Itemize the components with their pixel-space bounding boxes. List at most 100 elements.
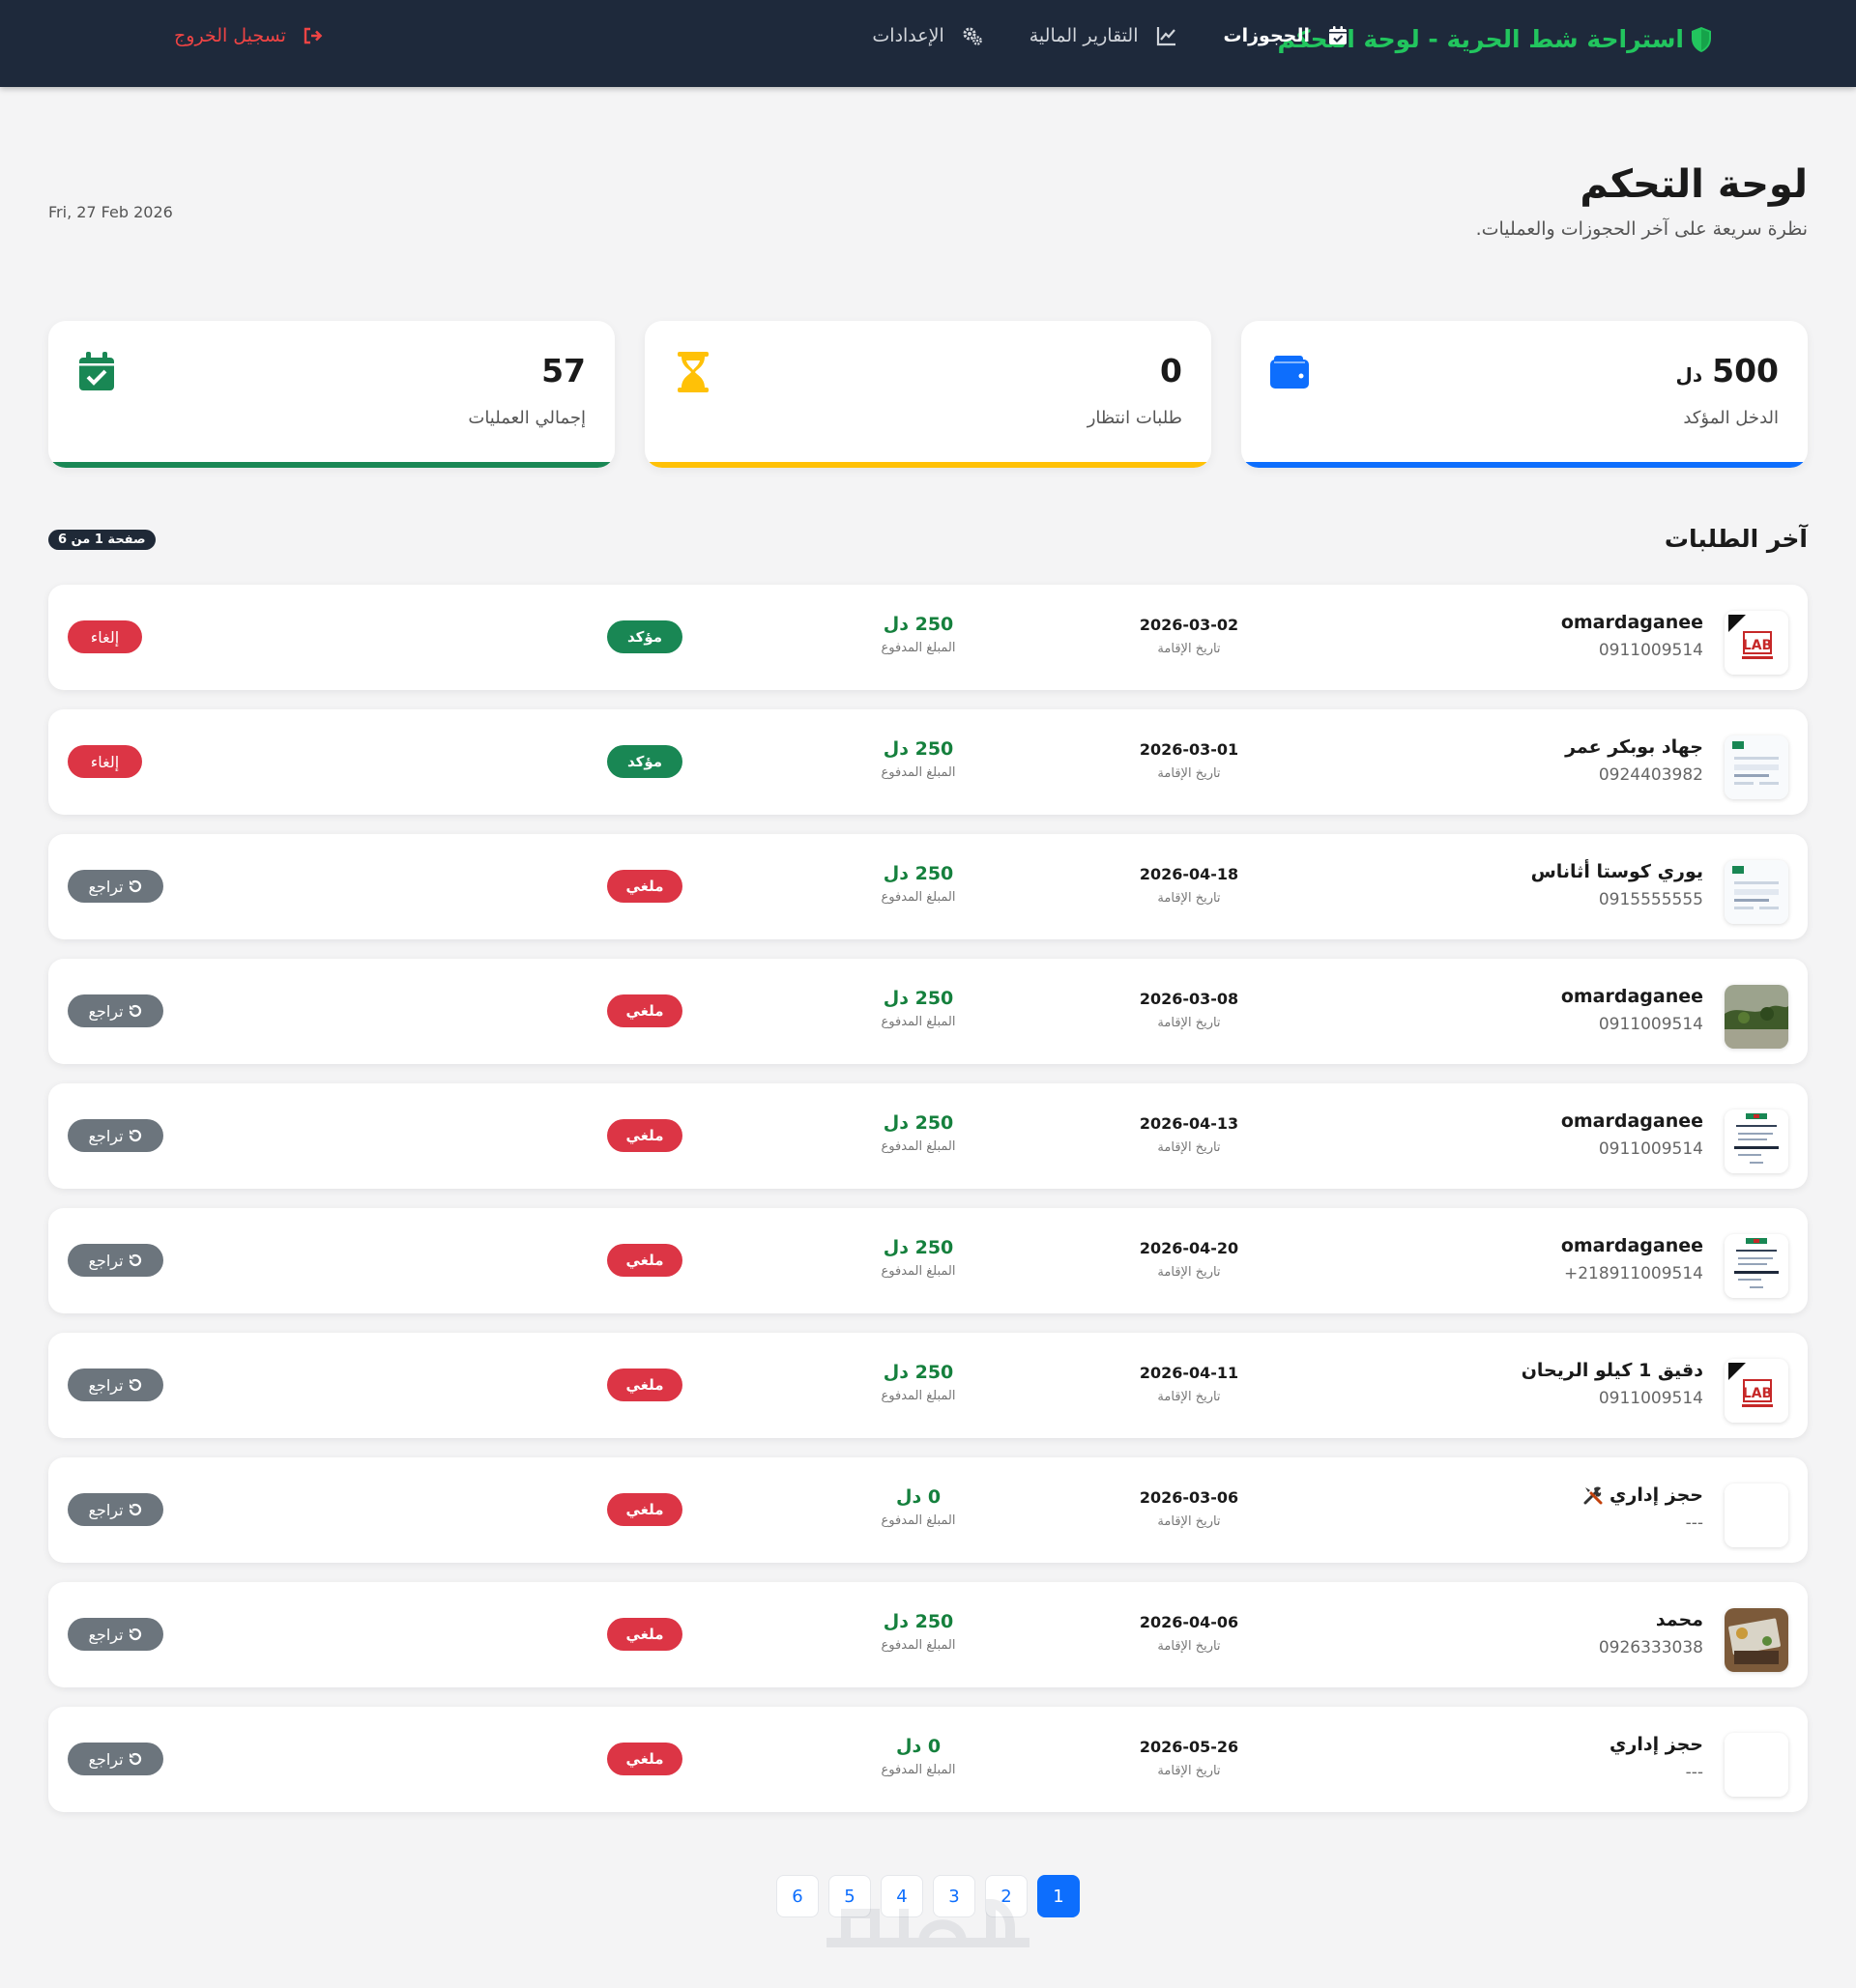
customer-phone: 0926333038 — [1598, 1638, 1703, 1657]
revert-button[interactable]: تراجع — [68, 870, 163, 903]
receipt-thumbnail[interactable] — [1725, 735, 1788, 799]
logout-label: تسجيل الخروج — [174, 25, 286, 46]
action-label: تراجع — [88, 1625, 124, 1644]
paid-amount-label: المبلغ المدفوع — [881, 1389, 956, 1403]
customer-phone: 0911009514 — [1598, 1139, 1703, 1159]
stat-number: 500 — [1712, 352, 1779, 389]
revert-button[interactable]: تراجع — [68, 1493, 163, 1526]
status-badge: مؤكد — [607, 745, 682, 778]
stat-value: 500 دل — [1675, 352, 1779, 389]
nav-bookings[interactable]: الحجوزات — [1224, 25, 1349, 46]
paid-amount: 250 دل المبلغ المدفوع — [841, 614, 996, 655]
receipt-thumbnail[interactable]: LAB — [1725, 1359, 1788, 1423]
receipt-thumbnail[interactable]: LAB — [1725, 611, 1788, 675]
stat-card-confirmed-income: 500 دل الدخل المؤكد — [1241, 321, 1808, 468]
status-badge: ملغي — [607, 1493, 682, 1526]
stay-date-value: 2026-04-20 — [1139, 1239, 1239, 1257]
paid-amount-label: المبلغ المدفوع — [881, 890, 956, 905]
stat-value: 0 — [1160, 352, 1182, 389]
revert-button[interactable]: تراجع — [68, 994, 163, 1027]
customer-name: دقيق 1 كيلو الريحان — [1522, 1360, 1703, 1381]
status-badge: ملغي — [607, 870, 682, 903]
receipt-thumbnail[interactable] — [1725, 860, 1788, 924]
nav-financial-reports[interactable]: التقارير المالية — [1030, 25, 1177, 46]
stats-cards: 500 دل الدخل المؤكد 0 طلبات انتظار 57 إج… — [48, 321, 1808, 468]
customer-name-text: omardaganee — [1560, 612, 1703, 633]
paid-amount-label: المبلغ المدفوع — [881, 1638, 956, 1653]
cancel-button[interactable]: إلغاء — [68, 745, 142, 778]
status-badge: ملغي — [607, 1369, 682, 1401]
receipt-thumbnail[interactable] — [1725, 1109, 1788, 1173]
status-badge: ملغي — [607, 1119, 682, 1152]
stay-date-value: 2026-03-02 — [1139, 616, 1239, 634]
logout-link[interactable]: تسجيل الخروج — [174, 25, 323, 46]
status-badge: ملغي — [607, 994, 682, 1027]
stay-date: 2026-04-11 تاريخ الإقامة — [1112, 1364, 1266, 1404]
stay-date-label: تاريخ الإقامة — [1157, 1016, 1221, 1030]
customer-name-text: جهاد بوبكر عمر — [1565, 736, 1703, 758]
paid-amount-label: المبلغ المدفوع — [881, 1015, 956, 1029]
paid-amount-value: 250 دل — [883, 988, 954, 1009]
revert-button[interactable]: تراجع — [68, 1369, 163, 1401]
latest-requests-title: آخر الطلبات — [1664, 525, 1808, 553]
undo-icon — [129, 1004, 141, 1018]
stay-date: 2026-04-13 تاريخ الإقامة — [1112, 1114, 1266, 1155]
stat-number: 0 — [1160, 352, 1182, 389]
wallet-icon — [1270, 356, 1309, 389]
revert-button[interactable]: تراجع — [68, 1119, 163, 1152]
page-title: لوحة التحكم — [1580, 162, 1808, 207]
receipt-thumbnail[interactable] — [1725, 1733, 1788, 1797]
page-button-1[interactable]: 1 — [1037, 1875, 1080, 1917]
customer-phone: --- — [1685, 1513, 1703, 1533]
customer-name: حجز إداري — [1610, 1734, 1703, 1755]
customer-phone: +218911009514 — [1563, 1264, 1703, 1283]
customer-name-text: حجز إداري — [1610, 1484, 1703, 1506]
current-date: Fri, 27 Feb 2026 — [48, 203, 173, 221]
paid-amount-label: المبلغ المدفوع — [881, 641, 956, 655]
customer-name-text: دقيق 1 كيلو الريحان — [1521, 1360, 1703, 1381]
action-label: تراجع — [88, 1500, 124, 1519]
receipt-thumbnail[interactable] — [1725, 1484, 1788, 1547]
calendar-check-icon — [1329, 26, 1347, 44]
nav-financial-reports-label: التقارير المالية — [1029, 25, 1139, 46]
stay-date: 2026-03-01 تاريخ الإقامة — [1112, 740, 1266, 781]
svg-text:LAB: LAB — [1743, 1386, 1772, 1401]
paid-amount: 0 دل المبلغ المدفوع — [841, 1486, 996, 1528]
stat-card-pending-requests: 0 طلبات انتظار — [645, 321, 1211, 468]
stay-date: 2026-04-20 تاريخ الإقامة — [1112, 1239, 1266, 1280]
receipt-thumbnail[interactable] — [1725, 1608, 1788, 1672]
receipt-thumbnail[interactable] — [1725, 1234, 1788, 1298]
cancel-button[interactable]: إلغاء — [68, 620, 142, 653]
paid-amount: 0 دل المبلغ المدفوع — [841, 1736, 996, 1777]
revert-button[interactable]: تراجع — [68, 1743, 163, 1775]
table-row: omardaganee 0911009514 2026-03-08 تاريخ … — [48, 959, 1808, 1064]
table-row: omardaganee 0911009514 2026-04-13 تاريخ … — [48, 1083, 1808, 1189]
status-badge: ملغي — [607, 1244, 682, 1277]
stay-date-value: 2026-04-13 — [1139, 1114, 1239, 1133]
paid-amount-value: 250 دل — [883, 1237, 954, 1258]
stay-date-value: 2026-04-18 — [1139, 865, 1239, 883]
hourglass-icon — [678, 352, 709, 392]
stay-date: 2026-03-06 تاريخ الإقامة — [1112, 1488, 1266, 1529]
stay-date-label: تاريخ الإقامة — [1157, 1140, 1221, 1155]
paid-amount: 250 دل المبلغ المدفوع — [841, 1362, 996, 1403]
revert-button[interactable]: تراجع — [68, 1618, 163, 1651]
stat-accent-bar — [48, 462, 615, 468]
stay-date-value: 2026-03-06 — [1139, 1488, 1239, 1507]
stay-date: 2026-03-08 تاريخ الإقامة — [1112, 990, 1266, 1030]
page-button-6[interactable]: 6 — [776, 1875, 819, 1917]
stay-date-label: تاريخ الإقامة — [1157, 1514, 1221, 1529]
stay-date: 2026-05-26 تاريخ الإقامة — [1112, 1738, 1266, 1778]
revert-button[interactable]: تراجع — [68, 1244, 163, 1277]
nav-settings[interactable]: الإعدادات — [872, 25, 982, 46]
paid-amount: 250 دل المبلغ المدفوع — [841, 1112, 996, 1154]
top-navbar: استراحة شط الحرية - لوحة التحكم الحجوزات… — [0, 0, 1856, 87]
stat-card-total-operations: 57 إجمالي العمليات — [48, 321, 615, 468]
table-row: جهاد بوبكر عمر 0924403982 2026-03-01 تار… — [48, 709, 1808, 815]
paid-amount-value: 250 دل — [883, 863, 954, 884]
customer-name-text: حجز إداري — [1610, 1734, 1703, 1755]
status-badge: ملغي — [607, 1743, 682, 1775]
stat-label: إجمالي العمليات — [468, 408, 586, 428]
paid-amount-value: 250 دل — [883, 1362, 954, 1383]
receipt-thumbnail[interactable] — [1725, 985, 1788, 1049]
